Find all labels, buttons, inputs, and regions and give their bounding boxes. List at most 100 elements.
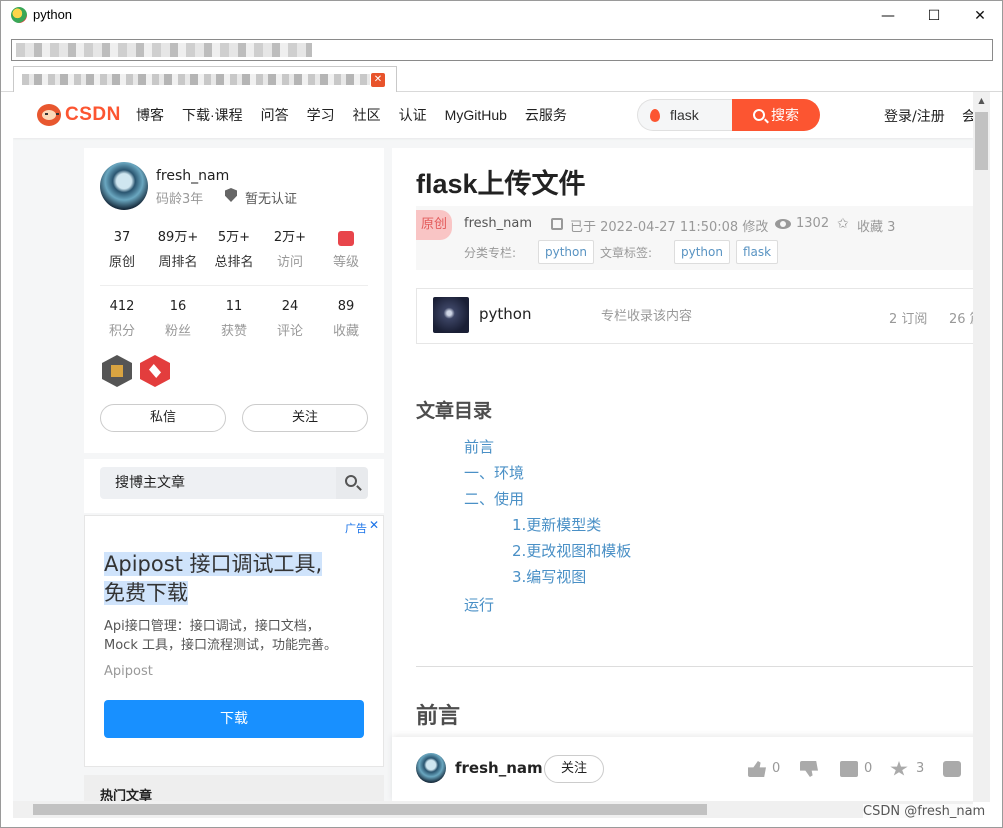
- close-window-button[interactable]: ✕: [957, 1, 1002, 31]
- stat-num: 2万+: [273, 230, 307, 245]
- column-count: 26 篇: [949, 312, 973, 327]
- stat-points[interactable]: 412 积分: [94, 297, 150, 343]
- column-thumbnail: [433, 297, 469, 333]
- ad-close-icon[interactable]: ✕: [369, 518, 379, 532]
- tag-python[interactable]: python: [674, 240, 730, 264]
- stat-num: 16: [169, 299, 187, 314]
- toc-item[interactable]: 3.编写视图: [512, 566, 586, 587]
- column-name: python: [479, 305, 532, 323]
- stat-favorites[interactable]: 89 收藏: [318, 297, 374, 343]
- nav-link-mygithub[interactable]: MyGitHub: [445, 107, 507, 123]
- meta-date: 已于 2022-04-27 11:50:08 修改: [570, 220, 769, 235]
- message-button[interactable]: 私信: [100, 404, 226, 432]
- search-icon: [753, 109, 765, 121]
- horizontal-scroll-thumb[interactable]: [33, 804, 707, 815]
- stat-original[interactable]: 37 原创: [94, 228, 150, 274]
- ad-title[interactable]: Apipost 接口调试工具, 免费下载: [104, 550, 364, 608]
- category-tag[interactable]: python: [538, 240, 594, 264]
- level-icon: [338, 231, 354, 246]
- stat-label: 原创: [108, 255, 135, 270]
- thumbs-down-icon[interactable]: [800, 761, 818, 777]
- stat-label: 评论: [276, 324, 303, 339]
- toc-item[interactable]: 前言: [464, 436, 494, 457]
- tags-label: 文章标签:: [600, 246, 653, 260]
- tab-title-blurred: [22, 74, 370, 85]
- favorite-star-icon[interactable]: [890, 761, 908, 776]
- stat-label: 收藏: [332, 324, 359, 339]
- article-main: flask上传文件 原创 fresh_nam 已于 2022-04-27 11:…: [392, 148, 973, 768]
- meta-views: 1302: [796, 216, 830, 231]
- reward-icon[interactable]: [943, 761, 961, 777]
- address-bar[interactable]: [11, 39, 993, 61]
- profile-username[interactable]: fresh_nam: [156, 168, 229, 184]
- stat-fans[interactable]: 16 粉丝: [150, 297, 206, 343]
- stat-num: 24: [281, 299, 299, 314]
- ad-download-button[interactable]: 下载: [104, 700, 364, 738]
- comment-icon[interactable]: [840, 761, 858, 777]
- toc-item[interactable]: 1.更新模型类: [512, 514, 601, 535]
- maximize-button[interactable]: ☐: [911, 1, 957, 31]
- minimize-button[interactable]: —: [865, 1, 911, 31]
- author-search-card: 搜博主文章: [84, 459, 384, 513]
- stat-week-rank[interactable]: 89万+ 周排名: [150, 228, 206, 274]
- tab-close-icon[interactable]: ✕: [371, 73, 385, 87]
- thumbs-up-icon[interactable]: [748, 761, 766, 777]
- search-input[interactable]: flask: [637, 99, 733, 131]
- toc-item[interactable]: 一、环境: [464, 462, 524, 483]
- author-search-input[interactable]: 搜博主文章: [100, 467, 336, 499]
- vertical-scroll-thumb[interactable]: [975, 112, 988, 170]
- ad-description: Api接口管理：接口调试，接口文档， Mock 工具，接口流程测试，功能完善。: [104, 617, 374, 655]
- toc-heading: 文章目录: [416, 400, 493, 422]
- nav-links: 博客 下载·课程 问答 学习 社区 认证 MyGitHub 云服务: [136, 92, 585, 138]
- csdn-logo[interactable]: CSDN: [37, 103, 121, 127]
- avatar[interactable]: [416, 753, 446, 783]
- bottom-follow-button[interactable]: 关注: [544, 755, 604, 783]
- meta-favorites[interactable]: 收藏 3: [857, 216, 895, 235]
- calendar-icon: [551, 218, 563, 230]
- nav-link-download[interactable]: 下载·课程: [182, 105, 243, 125]
- stat-comments[interactable]: 24 评论: [262, 297, 318, 343]
- stat-level[interactable]: 等级: [318, 228, 374, 274]
- stat-num: 89: [337, 299, 355, 314]
- nav-link-cert[interactable]: 认证: [399, 105, 427, 125]
- window-title: python: [33, 7, 73, 22]
- follow-button[interactable]: 关注: [242, 404, 368, 432]
- badge-icon-pen[interactable]: [140, 355, 170, 387]
- ad-desc-line2: Mock 工具，接口流程测试，功能完善。: [104, 638, 337, 653]
- stat-likes[interactable]: 11 获赞: [206, 297, 262, 343]
- nav-link-learn[interactable]: 学习: [307, 105, 335, 125]
- search-icon: [345, 475, 357, 487]
- author-search-button[interactable]: [336, 467, 368, 499]
- nav-link-cloud[interactable]: 云服务: [525, 105, 567, 125]
- tag-flask[interactable]: flask: [736, 240, 779, 264]
- scroll-up-arrow-icon[interactable]: ▲: [973, 92, 990, 109]
- horizontal-scrollbar[interactable]: [13, 801, 973, 818]
- author-profile-card: fresh_nam 码龄3年 暂无认证 37 原创 89万+ 周排名 5万+ 总排名 …: [84, 148, 384, 453]
- bottom-author-name[interactable]: fresh_nam: [455, 759, 543, 777]
- meta-author[interactable]: fresh_nam: [464, 216, 532, 231]
- stat-total-rank[interactable]: 5万+ 总排名: [206, 228, 262, 274]
- stat-label: 粉丝: [164, 324, 191, 339]
- column-box[interactable]: python 专栏收录该内容 2 订阅 26 篇: [416, 288, 973, 344]
- hot-articles-card: 热门文章: [84, 775, 384, 801]
- avatar[interactable]: [100, 162, 148, 210]
- search-button[interactable]: 搜索: [732, 99, 820, 131]
- stat-visits[interactable]: 2万+ 访问: [262, 228, 318, 274]
- ad-desc-line1: Api接口管理：接口调试，接口文档，: [104, 619, 320, 634]
- browser-tab[interactable]: ✕: [13, 66, 397, 93]
- vertical-scrollbar[interactable]: ▲: [973, 92, 990, 802]
- vip-link[interactable]: 会: [962, 106, 973, 126]
- badge-icon-bronze[interactable]: [102, 355, 132, 387]
- article-meta: 原创 fresh_nam 已于 2022-04-27 11:50:08 修改 1…: [416, 206, 973, 270]
- toc-item[interactable]: 二、使用: [464, 488, 524, 509]
- login-link[interactable]: 登录/注册: [884, 106, 945, 126]
- nav-link-community[interactable]: 社区: [353, 105, 381, 125]
- section-heading: 前言: [416, 704, 461, 729]
- toc-item[interactable]: 2.更改视图和模板: [512, 540, 631, 561]
- toc-item[interactable]: 运行: [464, 594, 494, 615]
- nav-link-blog[interactable]: 博客: [136, 105, 164, 125]
- favorite-count: 3: [916, 761, 925, 776]
- address-value-blurred: [16, 43, 312, 57]
- nav-link-qa[interactable]: 问答: [261, 105, 289, 125]
- flame-icon: [650, 109, 660, 122]
